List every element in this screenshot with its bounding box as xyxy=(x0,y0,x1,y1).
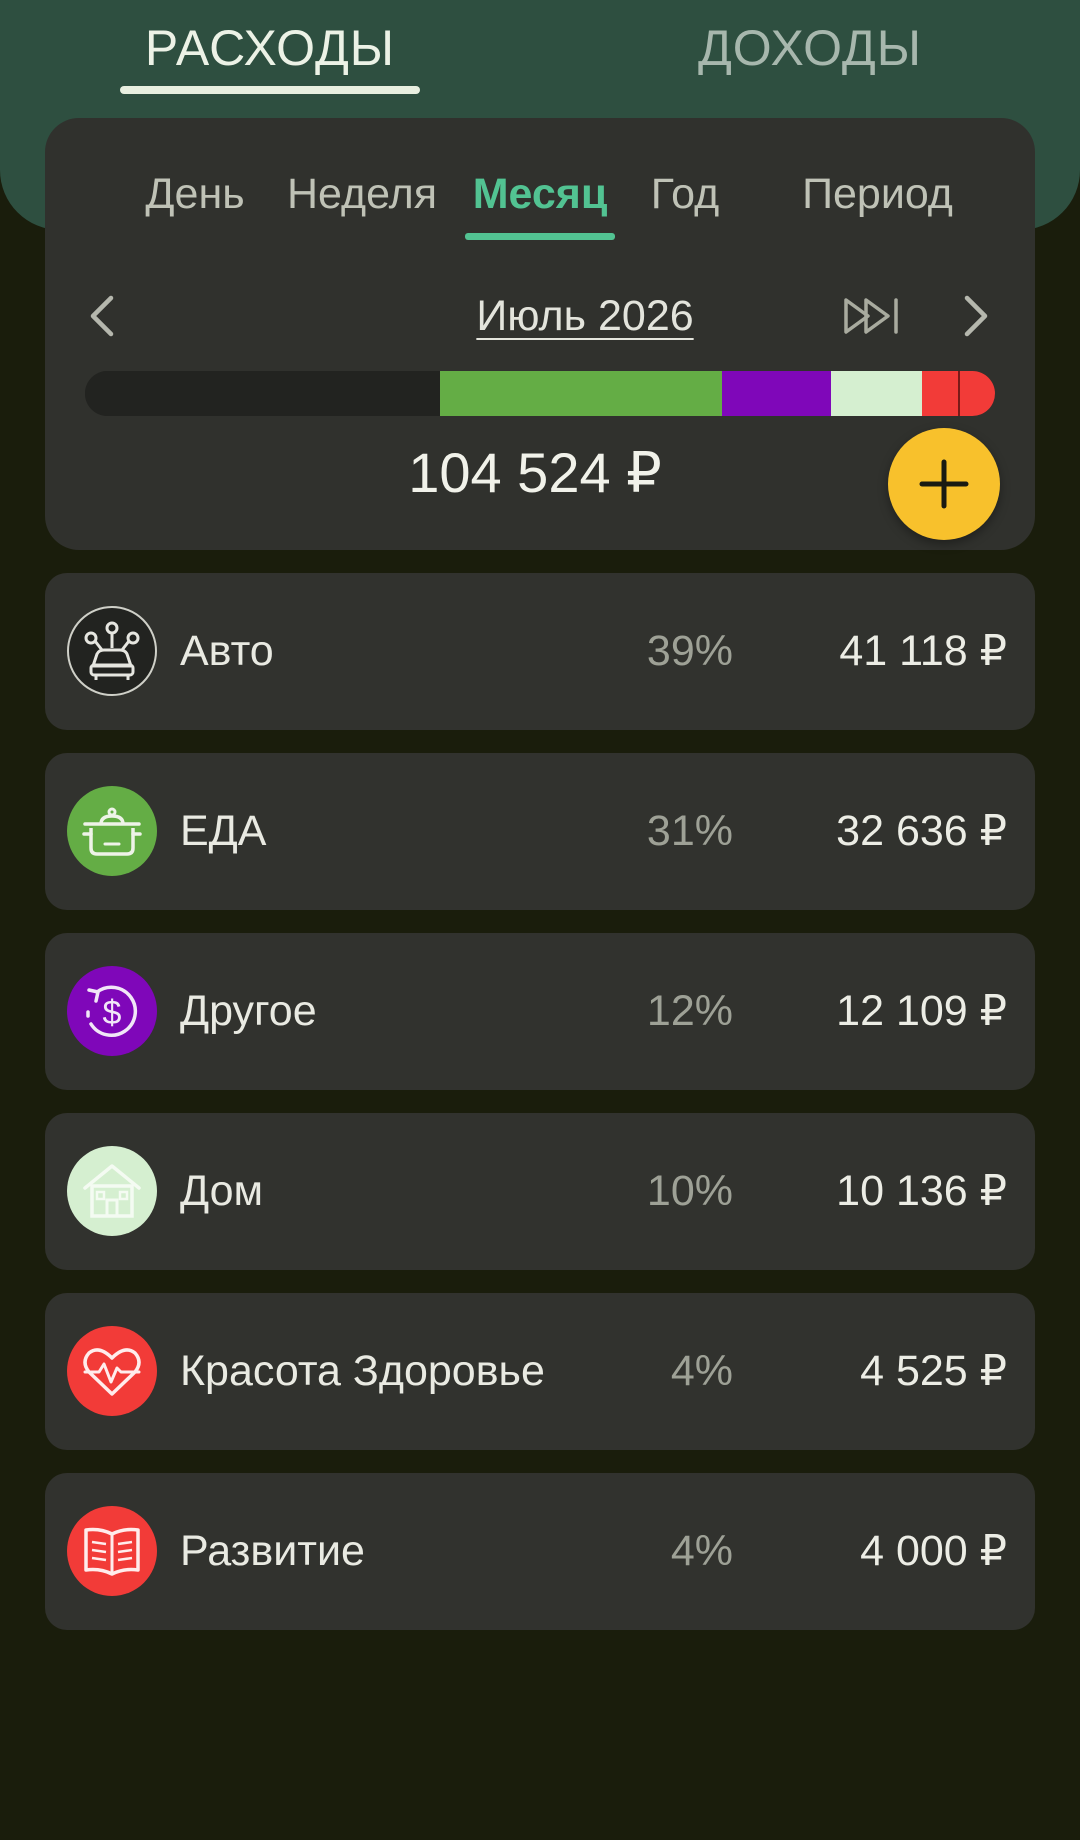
tab-period[interactable]: Период xyxy=(785,166,970,222)
add-expense-button[interactable] xyxy=(888,428,1000,540)
tab-month[interactable]: Месяц xyxy=(460,166,620,222)
previous-period-button[interactable] xyxy=(75,286,135,346)
category-row-avto[interactable]: Авто 39% 41 118 ₽ xyxy=(45,573,1035,730)
share-segment-razvitie xyxy=(958,371,995,416)
chevron-right-icon xyxy=(964,295,988,337)
category-name: Дом xyxy=(180,1167,264,1215)
category-share-bar xyxy=(85,371,995,416)
dollar-cycle-icon: $ xyxy=(67,966,157,1056)
category-amount: 12 109 ₽ xyxy=(836,987,1007,1035)
category-row-krasota[interactable]: Красота Здоровье 4% 4 525 ₽ xyxy=(45,1293,1035,1450)
tab-expenses-indicator xyxy=(120,86,420,94)
total-amount: 104 524 ₽ xyxy=(408,441,662,504)
category-amount: 10 136 ₽ xyxy=(836,1167,1007,1215)
category-row-dom[interactable]: Дом 10% 10 136 ₽ xyxy=(45,1113,1035,1270)
category-percent: 4% xyxy=(670,1527,733,1575)
next-period-button[interactable] xyxy=(945,286,1005,346)
chevron-left-icon xyxy=(90,295,114,337)
category-name: Красота Здоровье xyxy=(180,1347,545,1395)
tab-week[interactable]: Неделя xyxy=(277,166,447,222)
book-icon xyxy=(67,1506,157,1596)
category-amount: 4 000 ₽ xyxy=(860,1527,1007,1575)
current-period-label[interactable]: Июль 2026 xyxy=(385,286,785,346)
category-amount: 32 636 ₽ xyxy=(836,807,1007,855)
tab-month-indicator xyxy=(465,233,615,240)
category-name: Другое xyxy=(180,987,317,1035)
pot-icon xyxy=(67,786,157,876)
category-name: Авто xyxy=(180,627,274,675)
jump-to-current-button[interactable] xyxy=(830,286,910,346)
summary-card: День Неделя Месяц Год Период Июль 2026 1… xyxy=(45,118,1035,550)
share-segment-dom xyxy=(831,371,922,416)
heart-pulse-icon xyxy=(67,1326,157,1416)
fast-forward-icon xyxy=(844,298,898,334)
plus-icon xyxy=(919,459,969,509)
tab-day[interactable]: День xyxy=(110,166,280,222)
category-amount: 4 525 ₽ xyxy=(860,1347,1007,1395)
category-percent: 12% xyxy=(646,987,733,1035)
svg-text:$: $ xyxy=(103,994,122,1032)
category-percent: 31% xyxy=(646,807,733,855)
category-row-drugoe[interactable]: $ Другое 12% 12 109 ₽ xyxy=(45,933,1035,1090)
share-segment-eda xyxy=(440,371,722,416)
house-icon xyxy=(67,1146,157,1236)
category-name: Развитие xyxy=(180,1527,365,1575)
category-percent: 10% xyxy=(646,1167,733,1215)
share-segment-krasota xyxy=(922,371,958,416)
tab-income[interactable]: ДОХОДЫ xyxy=(660,18,960,78)
share-segment-drugoe xyxy=(722,371,831,416)
car-icon xyxy=(67,606,157,696)
category-row-razvitie[interactable]: Развитие 4% 4 000 ₽ xyxy=(45,1473,1035,1630)
category-amount: 41 118 ₽ xyxy=(839,627,1007,675)
share-segment-avto xyxy=(85,371,440,416)
category-percent: 4% xyxy=(670,1347,733,1395)
category-name: ЕДА xyxy=(180,807,267,855)
category-row-eda[interactable]: ЕДА 31% 32 636 ₽ xyxy=(45,753,1035,910)
tab-year[interactable]: Год xyxy=(625,166,745,222)
category-percent: 39% xyxy=(646,627,733,675)
tab-expenses[interactable]: РАСХОДЫ xyxy=(120,18,420,78)
